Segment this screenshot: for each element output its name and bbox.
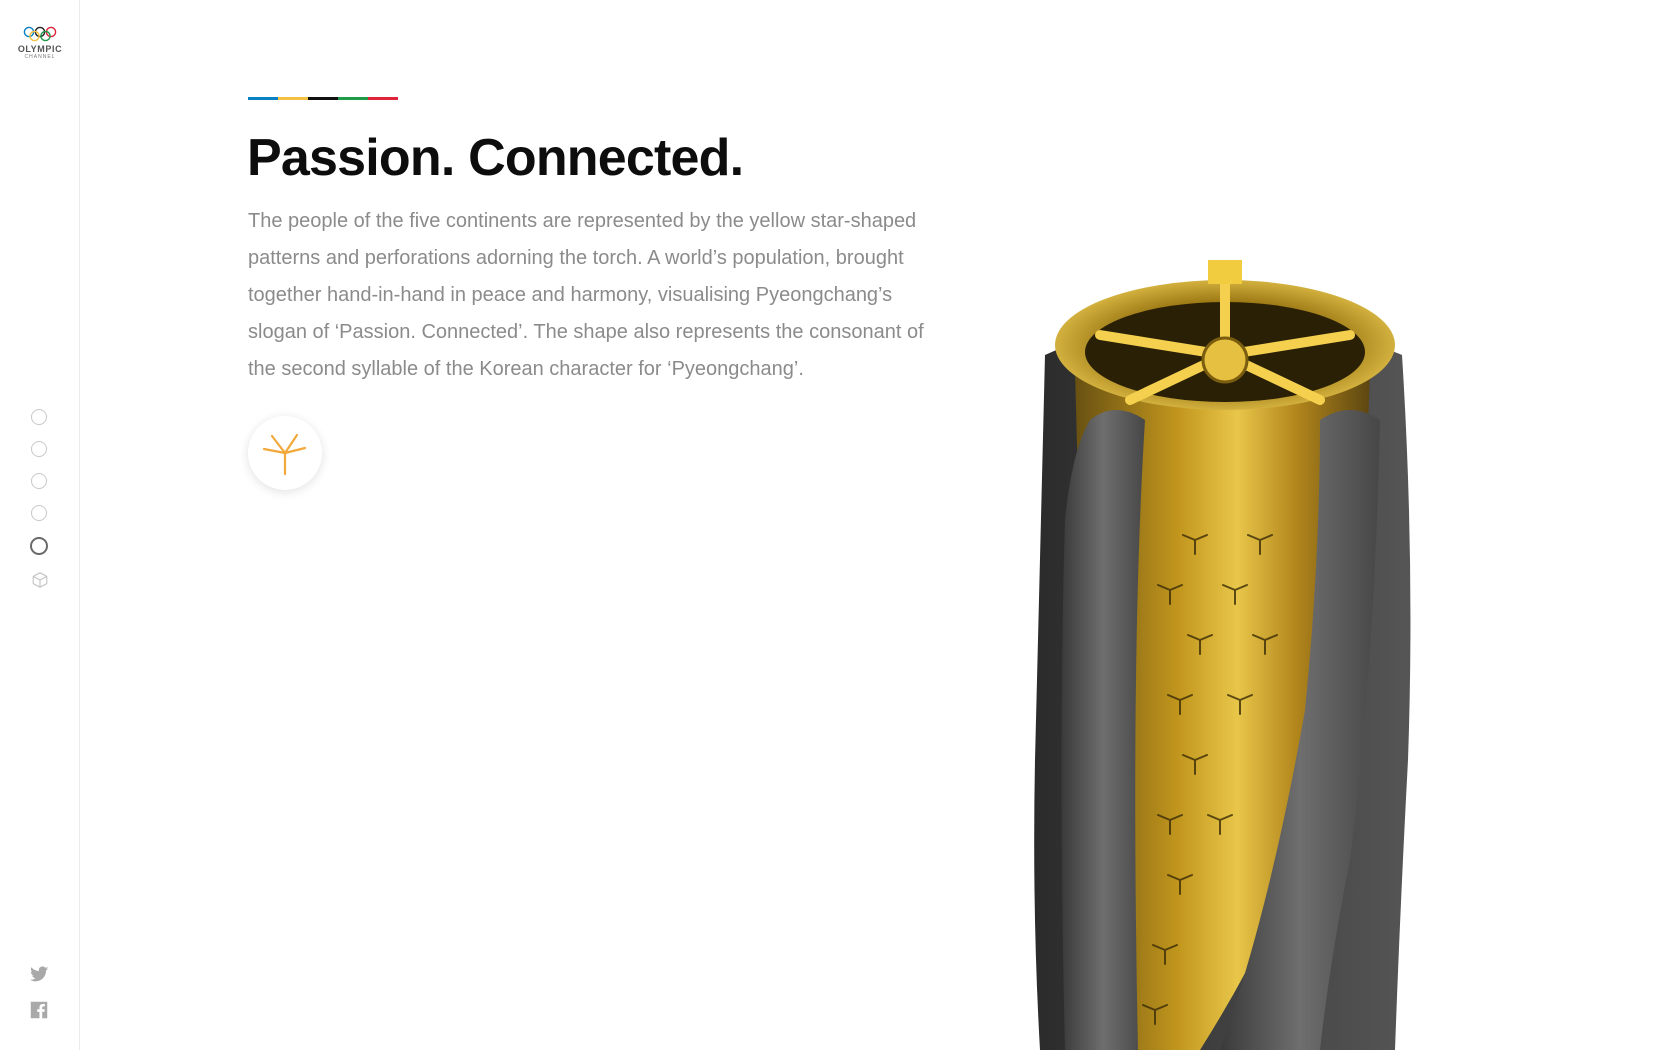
olympic-channel-logo[interactable]: OLYMPIC CHANNEL xyxy=(12,26,68,66)
olympic-color-bar xyxy=(248,97,398,100)
color-bar-red xyxy=(368,97,398,100)
color-bar-yellow xyxy=(278,97,308,100)
torch-image xyxy=(1034,260,1411,1050)
logo-subtext: CHANNEL xyxy=(24,54,56,60)
nav-dot-2[interactable] xyxy=(31,441,47,457)
color-bar-blue xyxy=(248,97,278,100)
twitter-icon[interactable] xyxy=(28,963,50,985)
section-description: The people of the five continents are re… xyxy=(248,210,924,380)
logo-text: OLYMPIC xyxy=(17,44,63,54)
color-bar-green xyxy=(338,97,368,100)
nav-dot-4[interactable] xyxy=(31,505,47,521)
section-navigation xyxy=(30,409,49,594)
olympic-rings-icon xyxy=(23,26,57,42)
social-links xyxy=(28,963,50,1035)
star-icon xyxy=(262,433,307,476)
cube-icon[interactable] xyxy=(31,571,49,589)
sidebar: OLYMPIC CHANNEL xyxy=(0,0,80,1050)
color-bar-black xyxy=(308,97,338,100)
facebook-icon[interactable] xyxy=(28,999,50,1021)
nav-dot-1[interactable] xyxy=(31,409,47,425)
feature-star-button[interactable] xyxy=(248,416,322,490)
nav-dot-5-active[interactable] xyxy=(30,537,48,555)
section-title: Passion. Connected. xyxy=(247,129,744,187)
nav-dot-3[interactable] xyxy=(31,473,47,489)
